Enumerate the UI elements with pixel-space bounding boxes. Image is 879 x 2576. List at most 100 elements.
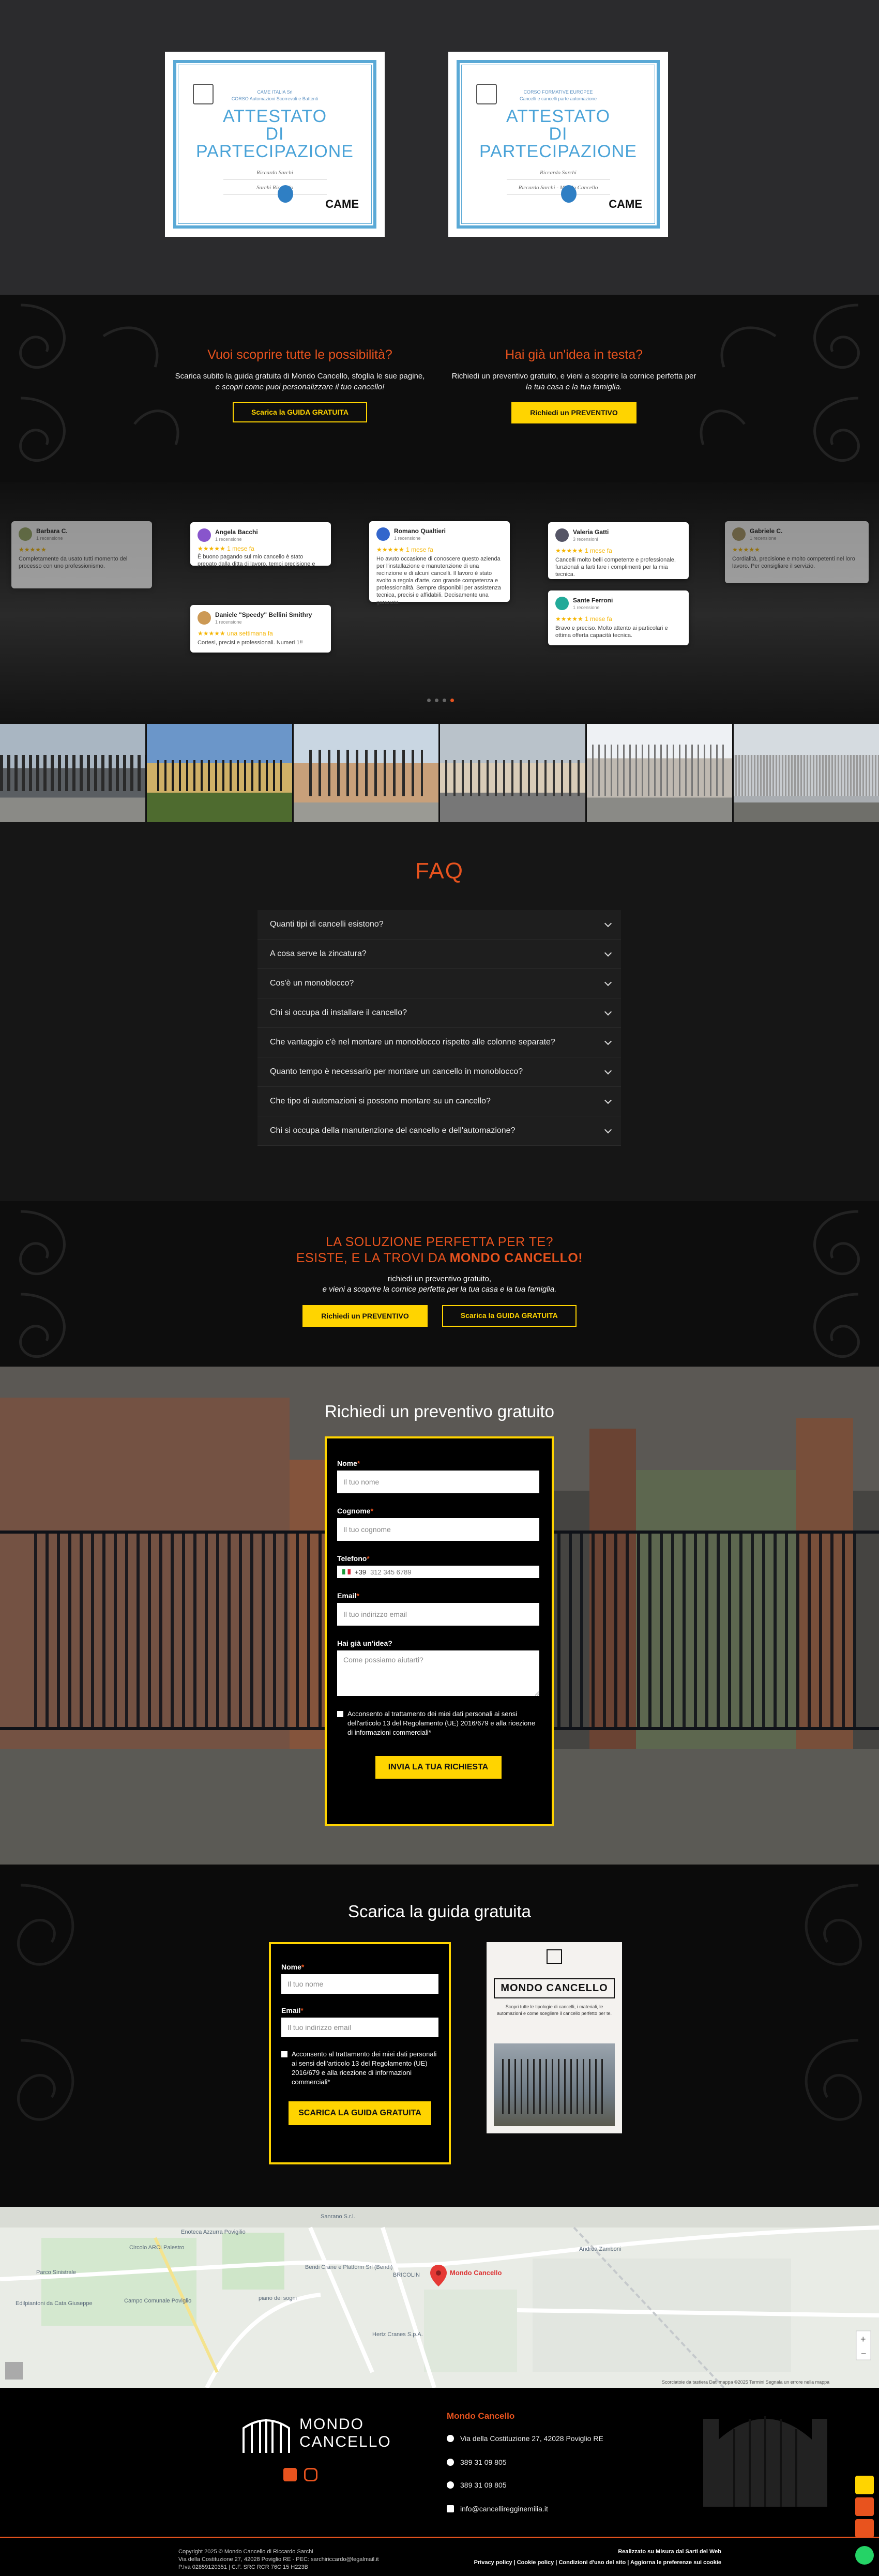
map-section[interactable]: Circolo ARCI Palestro Enoteca Azzurra Po… [0, 2207, 879, 2388]
whatsapp-float-button[interactable] [855, 2546, 874, 2565]
mail-icon [447, 2505, 454, 2512]
footer-phone-2[interactable]: 389 31 09 805 [447, 2481, 507, 2489]
phone-field[interactable]: +39 [337, 1566, 539, 1578]
email-input[interactable] [281, 2018, 438, 2037]
faq-question: Quanti tipi di cancelli esistono? [270, 920, 384, 929]
faq-item[interactable]: Chi si occupa di installare il cancello? [257, 998, 621, 1028]
mail-float-button[interactable] [855, 2519, 874, 2538]
map-place-label: Campo Comunale Poviglio [124, 2298, 191, 2304]
consent-checkbox-row: Acconsento al trattamento dei miei dati … [281, 2050, 438, 2087]
cert-header: CAME ITALIA Srl CORSO Automazioni Scorre… [231, 89, 319, 101]
map-canvas[interactable]: Circolo ARCI Palestro Enoteca Azzurra Po… [0, 2207, 879, 2388]
carousel-dots [427, 699, 454, 702]
footer-email-text: info@cancelliregginemilia.it [460, 2505, 548, 2513]
quote-float-button[interactable] [855, 2476, 874, 2494]
name-label: Nome* [281, 1963, 305, 1971]
faq-item[interactable]: Cos'è un monoblocco? [257, 969, 621, 998]
footer-logo[interactable]: MONDO CANCELLO [240, 2413, 391, 2454]
review-meta: 1 recensione [36, 536, 63, 541]
footer-policy-links[interactable]: Privacy policy | Cookie policy | Condizi… [474, 2559, 721, 2567]
gallery-image[interactable] [734, 724, 879, 822]
footer-phone-text: 389 31 09 805 [460, 2481, 507, 2489]
download-guide-button[interactable]: SCARICA LA GUIDA GRATUITA [289, 2101, 431, 2125]
email-input[interactable] [337, 1603, 539, 1626]
gallery-image[interactable] [0, 724, 145, 822]
map-place-label: piano dei sogni [259, 2295, 297, 2301]
review-text: Cordialità, precisione e molto competent… [732, 556, 855, 569]
cert-org: Sarchi Riccardo [256, 185, 293, 191]
instagram-icon[interactable] [304, 2468, 317, 2481]
chevron-down-icon [604, 1126, 612, 1133]
map-layer-toggle[interactable] [5, 2362, 23, 2380]
consent-checkbox[interactable] [281, 2051, 287, 2057]
review-stars: ★★★★★ 1 mese fa [198, 545, 254, 552]
gallery-image[interactable] [146, 724, 292, 822]
review-card[interactable]: Gabriele C. 1 recensione ★★★★★ Cordialità,… [725, 521, 869, 583]
review-card[interactable]: Romano Qualtieri 1 recensione ★★★★★ 1 mes… [369, 521, 510, 605]
cert-title: ATTESTATO DI PARTECIPAZIONE [473, 108, 643, 160]
carousel-dot-active[interactable] [450, 699, 454, 702]
footer-email[interactable]: info@cancelliregginemilia.it [447, 2505, 548, 2513]
faq-question: Cos'è un monoblocco? [270, 979, 354, 988]
cta-solution-text-2: e vieni a scoprire la cornice perfetta p… [322, 1285, 557, 1294]
faq-item[interactable]: Quanti tipi di cancelli esistono? [257, 910, 621, 940]
cert-title-1: ATTESTATO [222, 107, 327, 126]
review-card[interactable]: Angela Bacchi 1 recensione ★★★★★ 1 mese f… [190, 522, 331, 567]
carousel-dot[interactable] [443, 699, 446, 702]
review-card[interactable]: Sante Ferroni 1 recensione ★★★★★ 1 mese f… [548, 590, 689, 645]
review-stars: ★★★★★ 1 mese fa [555, 615, 612, 623]
surname-input[interactable] [337, 1518, 539, 1541]
carousel-dot[interactable] [427, 699, 431, 702]
gallery-image[interactable] [293, 724, 439, 822]
download-guide-button[interactable]: Scarica la GUIDA GRATUITA [232, 402, 367, 422]
book-gate-image [494, 2043, 615, 2126]
cert-title-2: DI PARTECIPAZIONE [196, 124, 354, 161]
faq-item[interactable]: A cosa serve la zincatura? [257, 940, 621, 969]
cta-solution-line1: LA SOLUZIONE PERFETTA PER TE? [325, 1235, 554, 1249]
guide-form-section: Scarica la guida gratuita Nome* Email* A… [0, 1865, 879, 2207]
review-meta: 1 recensione [573, 605, 600, 610]
review-text: Cancelli molto belli competente e profes… [555, 557, 676, 578]
avatar [376, 527, 390, 541]
request-quote-button[interactable]: Richiedi un PREVENTIVO [302, 1305, 428, 1327]
footer-address[interactable]: Via della Costituzione 27, 42028 Povigli… [447, 2434, 603, 2443]
faq-item[interactable]: Chi si occupa della manutenzione del can… [257, 1116, 621, 1146]
review-card[interactable]: Valeria Gatti 3 recensioni ★★★★★ 1 mese f… [548, 522, 689, 579]
guide-form-title: Scarica la guida gratuita [347, 1902, 532, 1921]
idea-textarea[interactable] [337, 1650, 539, 1696]
email-label: Email* [337, 1592, 359, 1600]
facebook-icon[interactable] [283, 2468, 297, 2481]
phone-float-button[interactable] [855, 2497, 874, 2516]
name-label-text: Nome [281, 1963, 301, 1971]
consent-checkbox[interactable] [337, 1711, 343, 1717]
carousel-dot[interactable] [435, 699, 438, 702]
gallery-image[interactable] [440, 724, 586, 822]
review-card[interactable]: Daniele "Speedy" Bellini Smithry 1 recens… [190, 605, 331, 653]
cta-guide-column: Vuoi scoprire tutte le possibilità? Scar… [165, 347, 434, 422]
faq-item[interactable]: Quanto tempo è necessario per montare un… [257, 1057, 621, 1087]
footer-made-by[interactable]: Realizzato su Misura dal Sarti del Web [474, 2548, 721, 2556]
download-guide-button[interactable]: Scarica la GUIDA GRATUITA [442, 1305, 577, 1327]
name-input[interactable] [337, 1471, 539, 1493]
phone-input[interactable] [370, 1568, 534, 1576]
consent-text: Acconsento al trattamento dei miei dati … [347, 1710, 536, 1736]
footer-credits: Realizzato su Misura dal Sarti del Web P… [474, 2548, 721, 2567]
zoom-in-icon[interactable]: + [860, 2334, 866, 2344]
zoom-out-icon[interactable]: − [861, 2348, 867, 2359]
cta-solution-brand: MONDO CANCELLO! [449, 1251, 583, 1265]
chevron-down-icon [604, 1037, 612, 1045]
gallery-image[interactable] [587, 724, 733, 822]
quote-form-title: Richiedi un preventivo gratuito [325, 1402, 554, 1421]
review-author: Romano Qualtieri [394, 527, 446, 535]
map-zoom-controls[interactable]: + − [856, 2330, 871, 2360]
name-input[interactable] [281, 1974, 438, 1994]
italy-flag-icon[interactable] [342, 1569, 351, 1574]
request-quote-button[interactable]: Richiedi un PREVENTIVO [511, 402, 636, 423]
faq-item[interactable]: Che vantaggio c'è nel montare un monoblo… [257, 1028, 621, 1057]
chevron-down-icon [604, 1008, 612, 1016]
faq-item[interactable]: Che tipo di automazioni si possono monta… [257, 1087, 621, 1116]
submit-quote-button[interactable]: INVIA LA TUA RICHIESTA [375, 1756, 502, 1779]
review-card[interactable]: Barbara C. 1 recensione ★★★★★ Completament… [11, 521, 152, 588]
footer-phone-1[interactable]: 389 31 09 805 [447, 2458, 507, 2466]
footer-brand: MONDO CANCELLO [299, 2416, 391, 2451]
